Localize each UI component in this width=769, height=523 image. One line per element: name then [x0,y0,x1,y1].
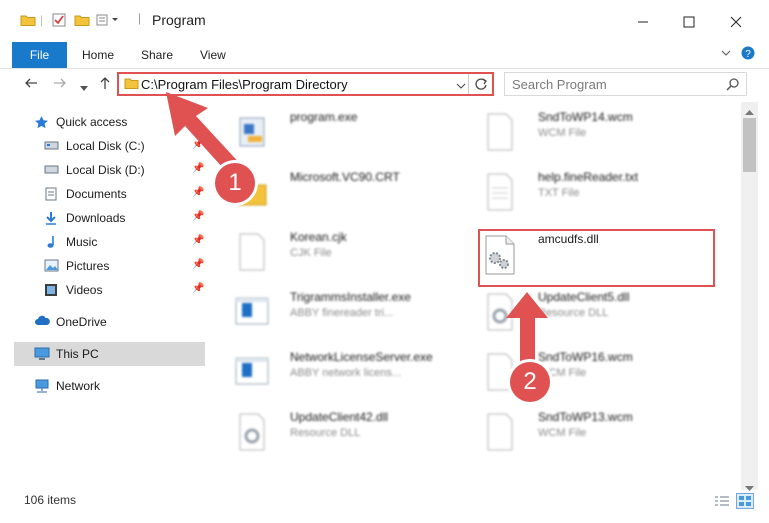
annotation-arrows [166,92,548,370]
step-2-badge: 2 [510,362,550,402]
arrow-2 [506,292,548,370]
step-1-badge: 1 [215,163,255,203]
